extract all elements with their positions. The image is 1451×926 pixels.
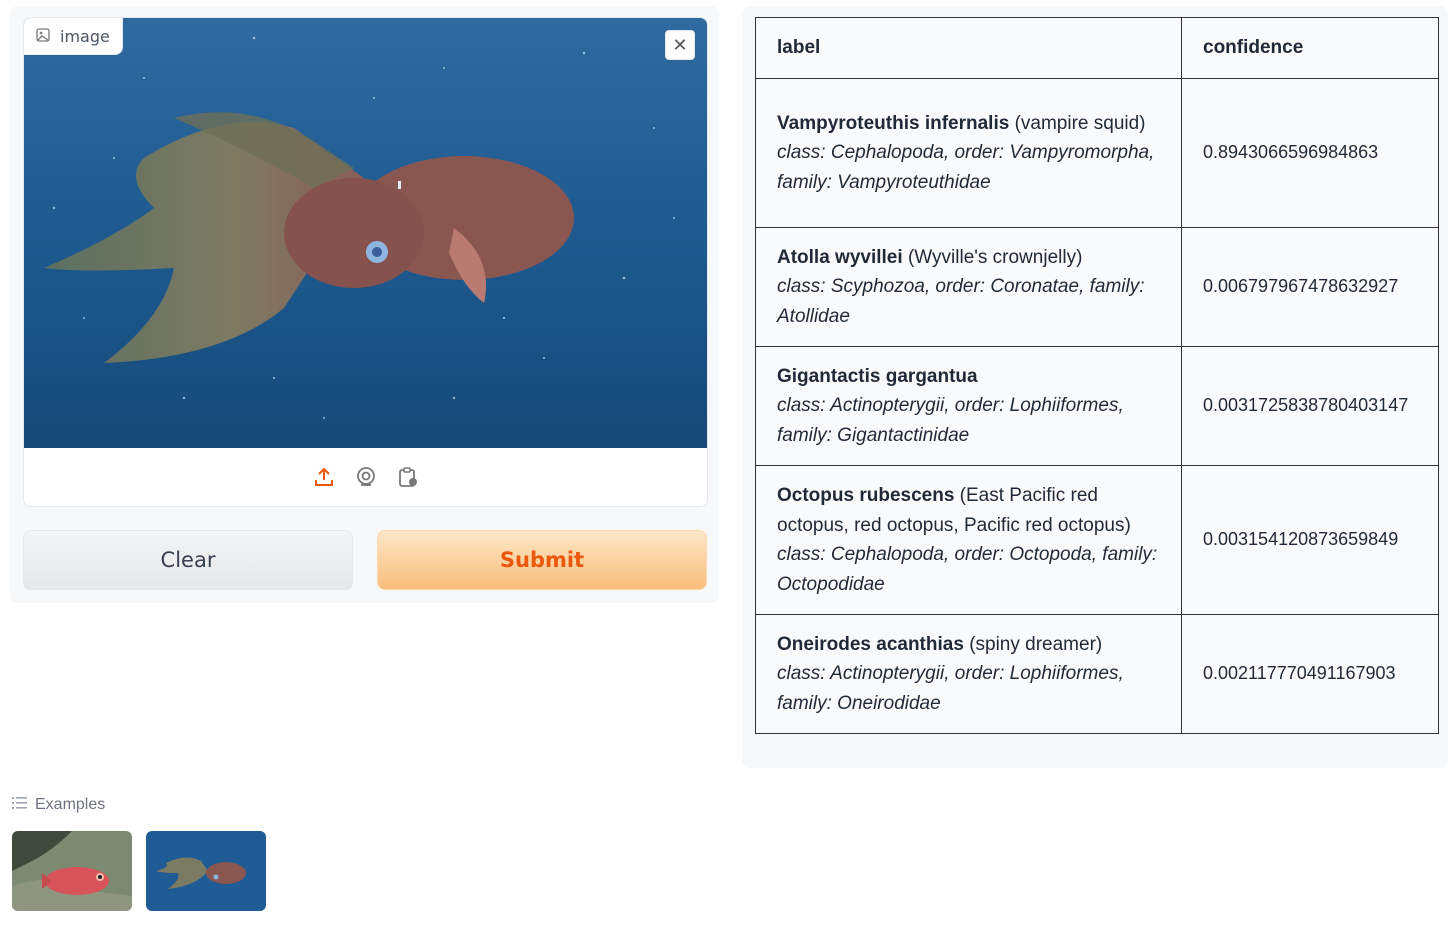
- table-row: Octopus rubescens (East Pacific red octo…: [755, 465, 1439, 615]
- example-thumbnail-vampire-squid[interactable]: [146, 831, 266, 911]
- results-table: label confidence Vampyroteuthis infernal…: [755, 17, 1439, 734]
- submit-button[interactable]: Submit: [377, 530, 707, 590]
- image-label: image: [24, 18, 123, 55]
- label-cell: Gigantactis gargantua class: Actinoptery…: [755, 346, 1182, 466]
- species-name: Atolla wyvillei: [777, 246, 903, 268]
- results-header-row: label confidence: [755, 17, 1439, 79]
- taxonomy-text: class: Actinopterygii, order: Lophiiform…: [777, 395, 1124, 446]
- image-input[interactable]: image ✕: [23, 17, 708, 507]
- image-icon: [36, 27, 50, 46]
- species-name: Vampyroteuthis infernalis: [777, 112, 1010, 134]
- clipboard-icon: [398, 467, 417, 487]
- taxonomy-text: class: Actinopterygii, order: Lophiiform…: [777, 663, 1124, 714]
- example-thumbnail-rockfish[interactable]: [12, 831, 132, 911]
- table-row: Gigantactis gargantua class: Actinoptery…: [755, 346, 1439, 466]
- examples-title: Examples: [35, 796, 106, 813]
- header-confidence: confidence: [1181, 17, 1439, 79]
- label-cell: Vampyroteuthis infernalis (vampire squid…: [755, 78, 1182, 228]
- common-name: (spiny dreamer): [969, 633, 1103, 655]
- example-image: [146, 831, 266, 911]
- confidence-cell: 0.8943066596984863: [1181, 78, 1439, 228]
- taxonomy-text: class: Scyphozoa, order: Coronatae, fami…: [777, 276, 1145, 327]
- close-button[interactable]: ✕: [665, 30, 695, 60]
- label-cell: Oneirodes acanthias (spiny dreamer) clas…: [755, 614, 1182, 734]
- webcam-icon: [356, 467, 375, 486]
- upload-button[interactable]: [312, 465, 336, 489]
- common-name: (Wyville's crownjelly): [907, 246, 1083, 268]
- table-row: Oneirodes acanthias (spiny dreamer) clas…: [755, 614, 1439, 734]
- uploaded-image: [24, 18, 707, 448]
- species-name: Octopus rubescens: [777, 485, 955, 506]
- clear-button[interactable]: Clear: [23, 530, 353, 590]
- label-cell: Atolla wyvillei (Wyville's crownjelly) c…: [755, 227, 1182, 347]
- species-name: Gigantactis gargantua: [777, 365, 978, 387]
- common-name: (vampire squid): [1014, 112, 1146, 134]
- species-name: Oneirodes acanthias: [777, 633, 964, 655]
- upload-icon: [314, 467, 333, 486]
- webcam-button[interactable]: [354, 465, 378, 489]
- confidence-cell: 0.006797967478632927: [1181, 227, 1439, 347]
- image-label-text: image: [60, 26, 110, 46]
- example-image: [12, 831, 132, 911]
- header-label: label: [755, 17, 1182, 79]
- examples-header: Examples: [12, 796, 105, 814]
- confidence-cell: 0.002117770491167903: [1181, 614, 1439, 734]
- clipboard-button[interactable]: [396, 465, 420, 489]
- taxonomy-text: class: Cephalopoda, order: Octopoda, fam…: [777, 544, 1158, 595]
- table-row: Atolla wyvillei (Wyville's crownjelly) c…: [755, 227, 1439, 347]
- label-cell: Octopus rubescens (East Pacific red octo…: [755, 465, 1182, 615]
- list-icon: [12, 796, 27, 814]
- taxonomy-text: class: Cephalopoda, order: Vampyromorpha…: [777, 142, 1155, 193]
- confidence-cell: 0.003172583878040314​7: [1181, 346, 1439, 466]
- source-selector: [24, 448, 707, 506]
- confidence-cell: 0.003154120873659849: [1181, 465, 1439, 615]
- table-row: Vampyroteuthis infernalis (vampire squid…: [755, 78, 1439, 228]
- close-icon: ✕: [672, 34, 688, 56]
